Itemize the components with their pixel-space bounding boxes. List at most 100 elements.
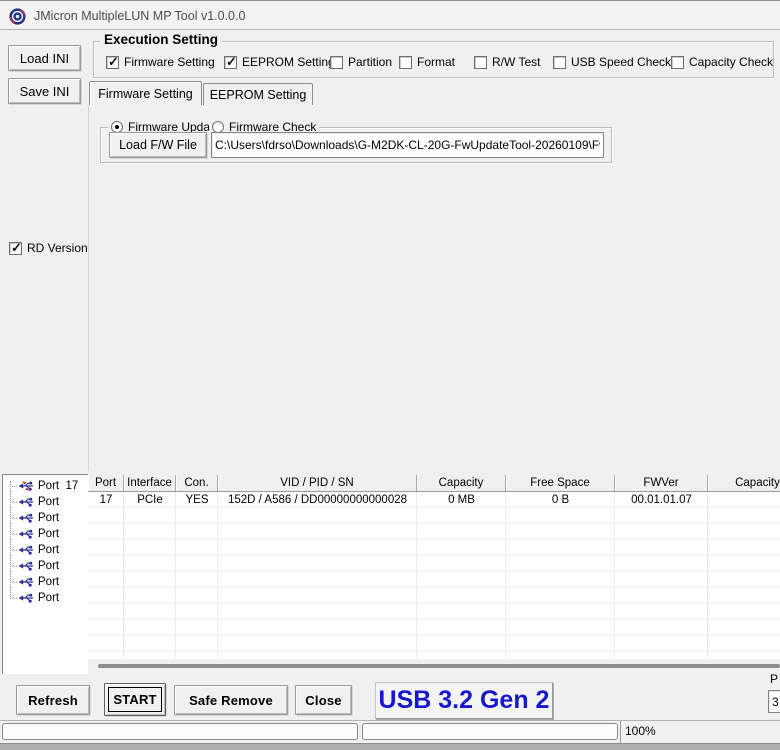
checkbox-box [224,56,237,69]
load-fw-file-button[interactable]: Load F/W File [109,132,207,158]
usb-icon [18,560,34,572]
cell-port: 17 [88,492,124,508]
cell-capacity: 0 MB [417,492,506,508]
checkbox-box [106,56,119,69]
progress-bar-current [362,723,618,740]
usb-icon [18,592,34,604]
checkbox-label: R/W Test [492,55,540,69]
port-tree-item-label: Port [38,544,59,556]
statusbar-separator [0,720,780,721]
tree-branch-line [10,582,17,583]
column-header-con[interactable]: Con. [176,475,218,491]
usb-speed-badge: USB 3.2 Gen 2 [375,682,553,719]
checkbox-label: EEPROM Setting [242,55,335,69]
port-tree-item[interactable]: Port [3,526,89,542]
port-tree-item-label: Port [38,512,59,524]
cell-capacity-check [708,492,780,508]
fw-file-path-input[interactable] [211,132,604,158]
exec-checkbox-rw-test[interactable]: R/W Test [474,55,540,69]
refresh-button[interactable]: Refresh [16,685,90,715]
app-window: JMicron MultipleLUN MP Tool v1.0.0.0 Loa… [0,0,780,750]
rd-version-checkbox[interactable]: RD Version [9,241,88,255]
window-title: JMicron MultipleLUN MP Tool v1.0.0.0 [34,2,245,30]
port-tree-item-label: Port [38,560,59,572]
checkbox-box [9,242,22,255]
column-header-free-space[interactable]: Free Space [506,475,615,491]
port-tree-item-label: Port [38,576,59,588]
device-table: Port Interface Con. VID / PID / SN Capac… [88,475,780,659]
load-ini-button[interactable]: Load INI [8,45,81,71]
checkbox-box [553,56,566,69]
checkbox-box [330,56,343,69]
exec-checkbox-firmware-setting[interactable]: Firmware Setting [106,55,215,69]
tree-branch-line [10,486,17,487]
port-tree-item[interactable]: Port [3,558,89,574]
port-tree-item[interactable]: Port [3,510,89,526]
exec-checkbox-eeprom-setting[interactable]: EEPROM Setting [224,55,335,69]
port-spinner-input[interactable] [768,690,780,713]
table-row[interactable]: 17 PCIe YES 152D / A586 / DD000000000000… [88,492,780,508]
usb-icon [18,528,34,540]
port-tree-item[interactable]: Port [3,494,89,510]
port-tree-panel: Port 17 Port Port [2,474,88,674]
window-bottom-edge [0,743,780,750]
save-ini-button[interactable]: Save INI [8,78,81,104]
port-tree-item-label: Port 17 [38,480,78,492]
usb-connected-icon [18,480,34,492]
port-tree-item-label: Port [38,528,59,540]
column-header-capacity-check[interactable]: Capacity Chec [708,475,780,491]
title-bar[interactable]: JMicron MultipleLUN MP Tool v1.0.0.0 [0,2,780,30]
checkbox-box [474,56,487,69]
progress-percent-text: 100% [625,723,656,740]
checkbox-box [671,56,684,69]
execution-setting-title: Execution Setting [100,32,222,47]
port-tree-item-label: Port [38,496,59,508]
port-tree-item[interactable]: Port [3,574,89,590]
column-header-interface[interactable]: Interface [124,475,176,491]
checkbox-label: USB Speed Check [571,55,671,69]
safe-remove-button[interactable]: Safe Remove [174,685,288,715]
tree-branch-line [10,566,17,567]
port-tree-item[interactable]: Port [3,590,89,606]
checkbox-label: Format [417,55,455,69]
cell-free-space: 0 B [506,492,615,508]
checkbox-box [399,56,412,69]
column-header-port[interactable]: Port [88,475,124,491]
usb-icon [18,576,34,588]
cell-con: YES [176,492,218,508]
cell-fwver: 00.01.01.07 [615,492,708,508]
port-tree-item-label: Port [38,592,59,604]
statusbar-divider [620,721,621,743]
tree-branch-line [10,534,17,535]
tree-branch-line [10,518,17,519]
start-button[interactable]: START [104,683,166,716]
column-header-fwver[interactable]: FWVer [615,475,708,491]
horizontal-scrollbar-thumb[interactable] [98,664,780,668]
port-tree-item-17[interactable]: Port 17 [3,478,89,494]
usb-icon [18,512,34,524]
device-table-body: 17 PCIe YES 152D / A586 / DD000000000000… [88,492,780,659]
port-tree-item[interactable]: Port [3,542,89,558]
exec-checkbox-usb-speed-check[interactable]: USB Speed Check [553,55,671,69]
cell-vid-pid-sn: 152D / A586 / DD00000000000028 [218,492,417,508]
progress-bar-total [2,723,358,740]
column-header-capacity[interactable]: Capacity [417,475,506,491]
tree-branch-line [10,502,17,503]
jmicron-logo-icon [9,8,26,25]
exec-checkbox-format[interactable]: Format [399,55,455,69]
checkbox-label: Partition [348,55,392,69]
checkbox-label: Firmware Setting [124,55,215,69]
tab-firmware-setting[interactable]: Firmware Setting [89,81,202,105]
tree-branch-line [10,550,17,551]
column-header-vid-pid-sn[interactable]: VID / PID / SN [218,475,417,491]
tab-eeprom-setting[interactable]: EEPROM Setting [203,83,313,105]
table-gridlines [88,492,780,659]
usb-icon [18,496,34,508]
rd-version-label: RD Version [27,241,88,255]
tree-branch-line [10,598,17,599]
checkbox-label: Capacity Check [689,55,773,69]
exec-checkbox-capacity-check[interactable]: Capacity Check [671,55,773,69]
exec-checkbox-partition[interactable]: Partition [330,55,392,69]
close-button[interactable]: Close [295,685,352,715]
usb-icon [18,544,34,556]
